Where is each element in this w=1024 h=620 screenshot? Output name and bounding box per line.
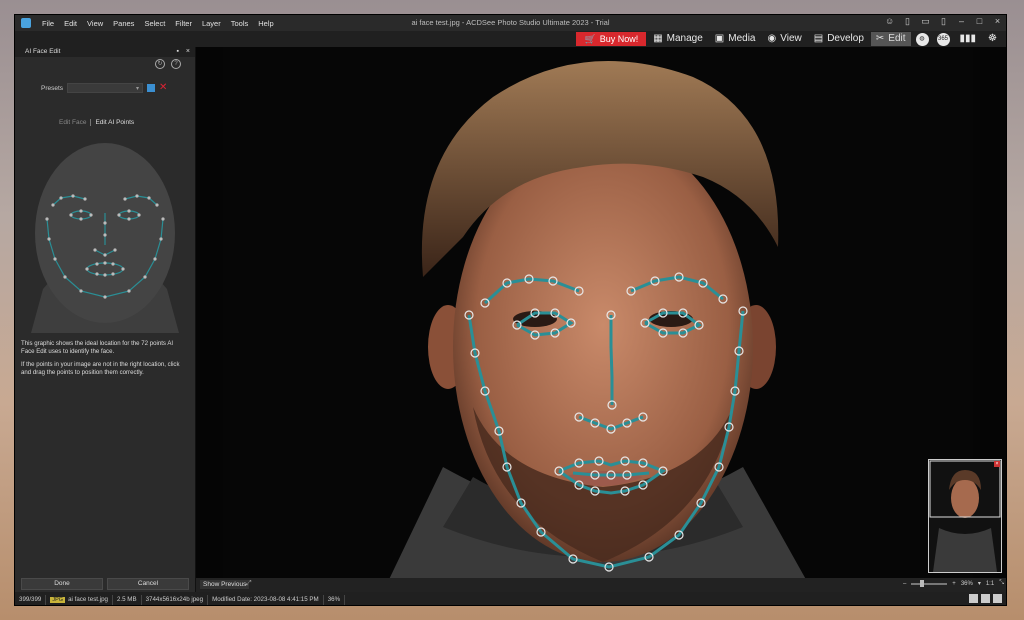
status-view-icon-1[interactable] [969, 594, 978, 603]
show-previous-button[interactable]: Show Previous [200, 580, 250, 589]
info-paragraph-1: This graphic shows the ideal location fo… [21, 340, 174, 355]
status-filename: ai face test.jpg [68, 595, 108, 603]
media-icon: ▣ [714, 33, 725, 44]
panel-title: AI Face Edit [25, 48, 61, 55]
menu-filter[interactable]: Filter [170, 19, 197, 28]
photo[interactable] [223, 47, 973, 592]
dashboard-icon[interactable]: ▮▮▮ [955, 32, 982, 46]
canvas-bottom-bar: Show Previous ⤢ – + 36% ▾ 1:1 ⤡ [196, 578, 1006, 592]
fullscreen-icon[interactable]: ⤡ [999, 580, 1004, 587]
eye-icon: ◉ [767, 33, 777, 44]
mode-develop-label: Develop [827, 33, 864, 44]
menu-help[interactable]: Help [253, 19, 278, 28]
layout-right-icon[interactable]: ▯ [939, 17, 948, 26]
menu-layer[interactable]: Layer [197, 19, 226, 28]
menu-edit[interactable]: Edit [59, 19, 82, 28]
panel-close-icon[interactable]: × [186, 47, 190, 57]
zoom-slider-knob[interactable] [920, 579, 925, 587]
presets-label: Presets [41, 84, 64, 92]
buy-now-button[interactable]: 🛒 Buy Now! [576, 32, 647, 46]
menu-tools[interactable]: Tools [226, 19, 254, 28]
mode-edit[interactable]: ✂ Edit [870, 32, 911, 46]
pin-icon[interactable]: ▪ [177, 47, 179, 57]
globe-icon[interactable]: ◍ [915, 32, 929, 46]
menu-file[interactable]: File [37, 19, 59, 28]
presets-dropdown[interactable]: ▾ [67, 83, 144, 93]
develop-icon: ▤ [813, 33, 824, 44]
edit-icon: ✂ [875, 33, 885, 44]
navigator-thumbnail[interactable]: × [928, 459, 1002, 573]
menu-view[interactable]: View [82, 19, 108, 28]
status-count: 399/399 [15, 594, 47, 605]
menu-panes[interactable]: Panes [108, 19, 139, 28]
panel-header: AI Face Edit ▪ × [15, 47, 195, 57]
mode-view-label: View [780, 33, 802, 44]
mode-manage[interactable]: ▦ Manage [648, 32, 708, 46]
layout-bottom-icon[interactable]: ▭ [921, 17, 930, 26]
grid-icon: ▦ [653, 33, 663, 44]
mode-edit-label: Edit [888, 33, 906, 44]
nose-bridge [609, 315, 614, 405]
navigator-close-icon[interactable]: × [994, 461, 1000, 467]
mode-develop[interactable]: ▤ Develop [809, 32, 869, 46]
ideal-landmark-diagram [23, 133, 187, 333]
mode-media[interactable]: ▣ Media [710, 32, 761, 46]
file-type-badge: JPG [50, 596, 66, 603]
app-window: File Edit View Panes Select Filter Layer… [14, 14, 1007, 606]
zoom-control: – + 36% ▾ 1:1 ⤡ [903, 579, 1004, 587]
status-zoom: 36% [324, 594, 346, 605]
feedback-icon[interactable]: ☸ [983, 32, 1002, 46]
menu-select[interactable]: Select [139, 19, 170, 28]
fit-icon[interactable]: ⤢ [246, 580, 252, 588]
status-dimensions: 3744x5616x24b jpeg [142, 594, 209, 605]
presets-row: Presets ▾ ✕ [41, 83, 167, 93]
delete-preset-icon[interactable]: ✕ [159, 83, 167, 93]
status-file: JPG ai face test.jpg [46, 594, 113, 605]
layout-left-icon[interactable]: ▯ [903, 17, 912, 26]
zoom-dropdown-icon[interactable]: ▾ [978, 580, 981, 587]
panel-info: This graphic shows the ideal location fo… [21, 340, 186, 382]
minimize-icon[interactable]: – [957, 17, 966, 26]
status-view-icon-2[interactable] [981, 594, 990, 603]
cart-icon: 🛒 [584, 34, 596, 44]
mode-bar: 🛒 Buy Now! ▦ Manage ▣ Media ◉ View ▤ Dev… [15, 31, 1006, 47]
actual-size-label[interactable]: 1:1 [986, 581, 994, 587]
panel-tabs: Edit Face Edit AI Points [59, 119, 134, 126]
tab-edit-ai-points[interactable]: Edit AI Points [90, 119, 134, 126]
save-preset-icon[interactable] [147, 84, 156, 92]
reset-icon[interactable]: ↻ [155, 59, 165, 69]
done-button[interactable]: Done [21, 578, 103, 590]
status-view-icon-3[interactable] [993, 594, 1002, 603]
cancel-button[interactable]: Cancel [107, 578, 189, 590]
tab-edit-face[interactable]: Edit Face [59, 119, 86, 126]
zoom-out-icon[interactable]: – [903, 581, 906, 587]
mode-manage-label: Manage [666, 33, 703, 44]
status-modified: Modified Date: 2023-08-08 4:41:15 PM [208, 594, 324, 605]
image-canvas[interactable]: × [196, 47, 1006, 592]
chevron-down-icon: ▾ [136, 86, 140, 92]
info-paragraph-2: If the points in your image are not in t… [21, 361, 180, 376]
title-bar: File Edit View Panes Select Filter Layer… [15, 15, 1006, 31]
navigator-preview [929, 460, 1001, 572]
status-size: 2.5 MB [113, 594, 142, 605]
close-icon[interactable]: × [993, 17, 1002, 26]
maximize-icon[interactable]: □ [975, 17, 984, 26]
account-icon[interactable]: ☺ [885, 17, 894, 26]
zoom-value[interactable]: 36% [961, 581, 973, 587]
mode-view[interactable]: ◉ View [763, 32, 807, 46]
mode-media-label: Media [728, 33, 756, 44]
help-icon[interactable]: ? [171, 59, 181, 69]
zoom-in-icon[interactable]: + [952, 581, 956, 587]
app-logo-icon [21, 18, 31, 28]
zoom-slider[interactable] [911, 579, 948, 587]
buy-now-label: Buy Now! [599, 34, 639, 44]
ai-face-edit-panel: AI Face Edit ▪ × ↻ ? Presets ▾ ✕ Edit Fa… [15, 47, 196, 592]
badge-365-icon[interactable]: 365 [936, 32, 950, 46]
status-bar: 399/399 JPG ai face test.jpg 2.5 MB 3744x… [15, 592, 1006, 605]
